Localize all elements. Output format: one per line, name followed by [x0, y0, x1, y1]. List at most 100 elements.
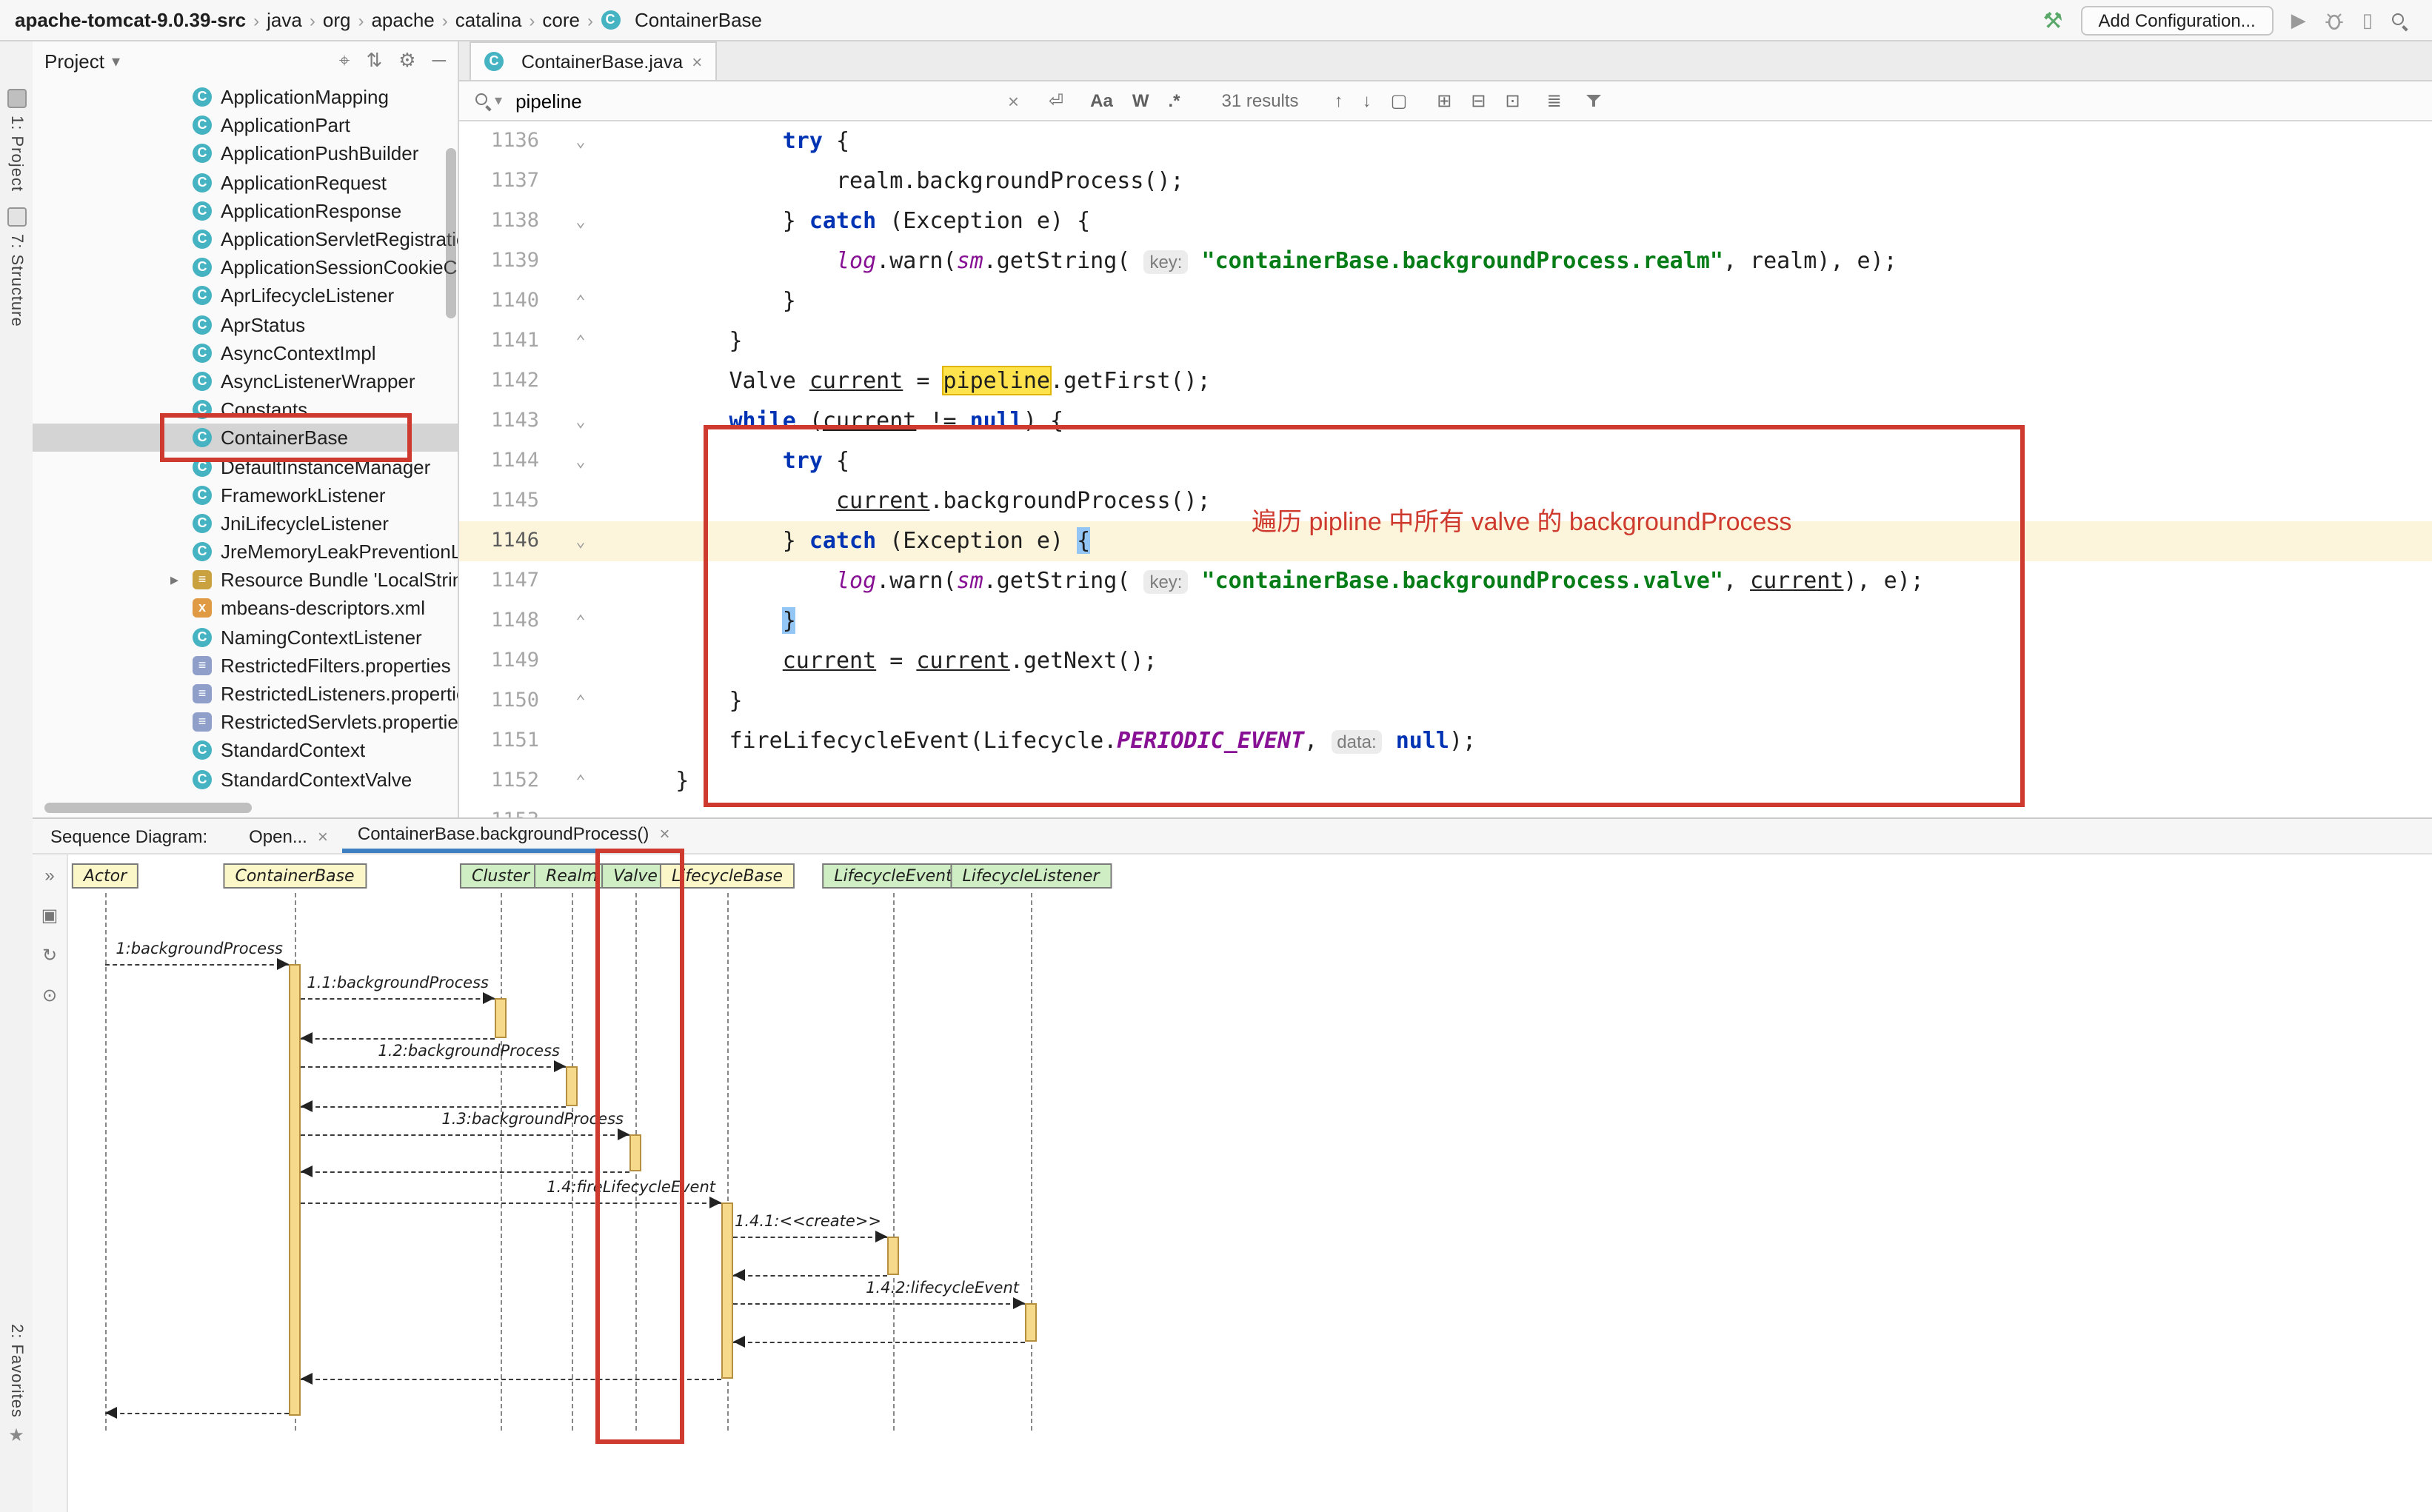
filter-icon[interactable] — [1586, 92, 1603, 110]
hide-panel-icon[interactable]: ─ — [432, 49, 446, 73]
breadcrumb-item[interactable]: catalina — [455, 9, 522, 31]
fold-marker-icon[interactable]: ⌄ — [545, 521, 616, 561]
fold-marker-icon[interactable]: ⌄ — [545, 441, 616, 481]
tree-item-mbeans-descriptors-xml[interactable]: xmbeans-descriptors.xml — [33, 595, 458, 623]
search-history-icon[interactable]: ▾ — [495, 93, 502, 109]
tree-item-frameworklistener[interactable]: CFrameworkListener — [33, 481, 458, 509]
fold-marker-icon[interactable]: ⌃ — [545, 601, 616, 641]
line-number[interactable]: 1153 — [459, 801, 545, 817]
fold-marker-icon[interactable]: ⌃ — [545, 681, 616, 721]
toggle-occurrence-icon[interactable]: ⊡ — [1506, 90, 1520, 111]
line-number[interactable]: 1140 — [459, 281, 545, 321]
tree-item-applicationpart[interactable]: CApplicationPart — [33, 111, 458, 139]
search-everywhere-icon[interactable] — [2391, 11, 2408, 29]
match-case-toggle[interactable]: Aa — [1090, 90, 1113, 111]
build-hammer-icon[interactable]: ⚒ — [2043, 7, 2063, 33]
debug-bug-icon[interactable] — [2324, 10, 2345, 30]
line-number[interactable]: 1136 — [459, 121, 545, 161]
stripe-button-favorites[interactable]: 2: Favorites ★ — [0, 1324, 33, 1446]
tree-item-standardcontext[interactable]: CStandardContext — [33, 737, 458, 765]
tree-item-asynclistenerwrapper[interactable]: CAsyncListenerWrapper — [33, 367, 458, 395]
expand-icon[interactable]: » — [44, 865, 54, 886]
fold-marker-icon[interactable]: ⌃ — [545, 761, 616, 801]
horizontal-scrollbar[interactable] — [44, 803, 252, 813]
line-number[interactable]: 1147 — [459, 561, 545, 601]
tree-item-jrememoryleakpreventionlistener[interactable]: CJreMemoryLeakPreventionListener — [33, 538, 458, 566]
tree-item-restrictedservlets-properties[interactable]: ≡RestrictedServlets.properties — [33, 708, 458, 736]
fold-marker-icon[interactable]: ⌃ — [545, 321, 616, 361]
fold-marker-icon[interactable]: ⌄ — [545, 401, 616, 441]
search-options-icon[interactable]: ≣ — [1547, 90, 1562, 111]
line-number[interactable]: 1138 — [459, 201, 545, 241]
tree-item-resource-bundle-localstrings[interactable]: ▸≡Resource Bundle 'LocalStrings' — [33, 566, 458, 594]
tree-item-standardcontextvalve[interactable]: CStandardContextValve — [33, 765, 458, 793]
project-panel-title[interactable]: Project — [44, 50, 104, 72]
gear-icon[interactable]: ⚙ — [398, 49, 415, 73]
run-icon[interactable]: ▶ — [2291, 8, 2306, 32]
sort-icon[interactable]: ⇅ — [366, 49, 382, 73]
search-field[interactable]: ▾ pipeline × — [459, 90, 1028, 112]
fold-marker-icon[interactable]: ⌄ — [545, 201, 616, 241]
tree-item-asynccontextimpl[interactable]: CAsyncContextImpl — [33, 338, 458, 367]
tree-item-restrictedlisteners-properties[interactable]: ≡RestrictedListeners.properties — [33, 680, 458, 708]
line-number[interactable]: 1141 — [459, 321, 545, 361]
line-number[interactable]: 1152 — [459, 761, 545, 801]
next-occurrence-icon[interactable]: ↓ — [1363, 90, 1372, 111]
search-input[interactable]: pipeline — [515, 90, 582, 112]
lifeline-box-cluster[interactable]: Cluster — [460, 863, 541, 889]
stripe-button-project[interactable]: 1: Project — [0, 89, 33, 192]
refresh-icon[interactable]: ↻ — [42, 945, 57, 966]
breadcrumb-item[interactable]: CContainerBase — [601, 9, 762, 31]
fold-marker-icon[interactable]: ⌃ — [545, 281, 616, 321]
line-number[interactable]: 1150 — [459, 681, 545, 721]
previous-occurrence-icon[interactable]: ↑ — [1334, 90, 1343, 111]
tree-item-applicationsessioncookieconfig[interactable]: CApplicationSessionCookieConfig — [33, 253, 458, 281]
line-number[interactable]: 1146 — [459, 521, 545, 561]
stripe-button-structure[interactable]: 7: Structure — [0, 207, 33, 327]
line-number[interactable]: 1144 — [459, 441, 545, 481]
add-configuration-button[interactable]: Add Configuration... — [2081, 5, 2274, 35]
tree-item-applicationmapping[interactable]: CApplicationMapping — [33, 83, 458, 111]
tab-open[interactable]: Open... × — [234, 819, 343, 853]
chevron-down-icon[interactable]: ▾ — [112, 51, 120, 70]
locate-icon[interactable]: ⌖ — [339, 49, 350, 73]
regex-toggle[interactable]: .* — [1168, 90, 1180, 111]
line-number[interactable]: 1151 — [459, 721, 545, 761]
tree-item-applicationservletregistration[interactable]: CApplicationServletRegistration — [33, 225, 458, 253]
breadcrumb-item[interactable]: core — [542, 9, 580, 31]
breadcrumb-item[interactable]: org — [323, 9, 351, 31]
tree-item-namingcontextlistener[interactable]: CNamingContextListener — [33, 623, 458, 651]
tree-item-aprstatus[interactable]: CAprStatus — [33, 310, 458, 338]
lifeline-box-actor[interactable]: Actor — [72, 863, 138, 889]
close-icon[interactable]: × — [318, 826, 328, 846]
fold-marker-icon[interactable]: ⌄ — [545, 121, 616, 161]
remove-occurrence-icon[interactable]: ⊟ — [1471, 90, 1486, 111]
newline-icon[interactable]: ⏎ — [1049, 90, 1063, 111]
expand-chevron-icon[interactable]: ▸ — [170, 571, 178, 590]
close-icon[interactable]: × — [692, 51, 702, 72]
lifeline-box-lifecycleevent[interactable]: LifecycleEvent — [822, 863, 964, 889]
export-image-icon[interactable]: ▣ — [41, 905, 59, 926]
overview-icon[interactable]: ⊙ — [42, 985, 57, 1006]
tab-containerbase-java[interactable]: C ContainerBase.java × — [470, 41, 717, 80]
vertical-scrollbar[interactable] — [446, 148, 456, 318]
diagram-canvas[interactable]: ActorContainerBaseClusterRealmValveLifec… — [68, 854, 2432, 1512]
clear-search-icon[interactable]: × — [1008, 90, 1028, 112]
words-toggle[interactable]: W — [1132, 90, 1149, 111]
select-all-occurrences-icon[interactable]: ▢ — [1391, 90, 1408, 111]
tree-item-restrictedfilters-properties[interactable]: ≡RestrictedFilters.properties — [33, 652, 458, 680]
line-number[interactable]: 1143 — [459, 401, 545, 441]
lifeline-box-containerbase[interactable]: ContainerBase — [223, 863, 366, 889]
line-number[interactable]: 1149 — [459, 641, 545, 681]
code-editor[interactable]: 1136⌄ try {1137 realm.backgroundProcess(… — [459, 121, 2432, 817]
lifeline-box-lifecyclelistener[interactable]: LifecycleListener — [950, 863, 1111, 889]
line-number[interactable]: 1137 — [459, 161, 545, 201]
add-occurrence-icon[interactable]: ⊞ — [1437, 90, 1451, 111]
tree-item-jnilifecyclelistener[interactable]: CJniLifecycleListener — [33, 509, 458, 538]
line-number[interactable]: 1148 — [459, 601, 545, 641]
tree-item-applicationresponse[interactable]: CApplicationResponse — [33, 197, 458, 225]
breadcrumb-item[interactable]: apache — [371, 9, 434, 31]
device-icon[interactable]: ▯ — [2362, 8, 2373, 32]
tree-item-applicationrequest[interactable]: CApplicationRequest — [33, 168, 458, 196]
line-number[interactable]: 1145 — [459, 481, 545, 521]
